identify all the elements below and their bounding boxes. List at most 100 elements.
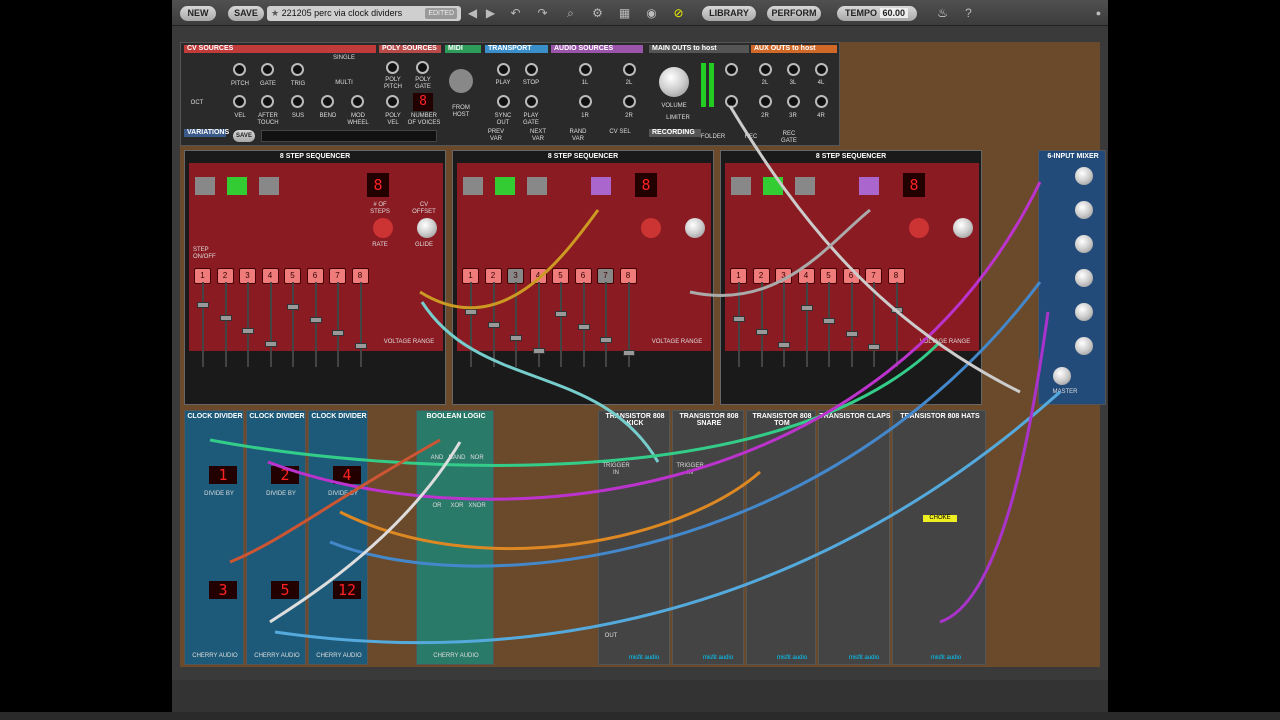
variations-field[interactable] <box>261 130 437 142</box>
step-fader-1[interactable] <box>197 282 209 367</box>
step-fader-5[interactable] <box>555 282 567 367</box>
undo-icon[interactable]: ↶ <box>507 5 524 22</box>
step-fader-7[interactable] <box>332 282 344 367</box>
cherry-logo-icon[interactable]: ♨ <box>934 5 951 22</box>
settings-gear-icon[interactable]: ⚙ <box>589 5 606 22</box>
ext-button[interactable] <box>591 177 611 195</box>
prev-patch-icon[interactable]: ◀ <box>464 5 481 22</box>
glide-knob[interactable] <box>953 218 973 238</box>
start-button[interactable] <box>763 177 783 195</box>
variations-save-button[interactable]: SAVE <box>233 130 255 142</box>
fader-cap[interactable] <box>510 335 522 341</box>
step-fader-1[interactable] <box>733 282 745 367</box>
step-fader-4[interactable] <box>800 282 813 367</box>
step-fader-6[interactable] <box>309 282 322 367</box>
fader-cap[interactable] <box>778 342 790 348</box>
help-icon[interactable]: ? <box>960 5 977 22</box>
step-button[interactable] <box>527 177 547 195</box>
fader-cap[interactable] <box>823 318 835 324</box>
fader-cap[interactable] <box>577 324 590 330</box>
new-button[interactable]: NEW <box>180 6 216 21</box>
mixer-ch4-knob[interactable] <box>1075 269 1093 287</box>
stop-button[interactable] <box>731 177 751 195</box>
mixer-ch2-knob[interactable] <box>1075 201 1093 219</box>
cv-aftertouch-jack[interactable] <box>261 95 274 108</box>
step-fader-6[interactable] <box>845 282 858 367</box>
mixer-ch5-knob[interactable] <box>1075 303 1093 321</box>
audio-1l-jack[interactable] <box>579 63 592 76</box>
fader-cap[interactable] <box>755 329 768 335</box>
stop-button[interactable] <box>195 177 215 195</box>
start-button[interactable] <box>495 177 515 195</box>
rate-knob[interactable] <box>373 218 393 238</box>
fader-cap[interactable] <box>219 315 232 321</box>
cv-gate-jack[interactable] <box>261 63 274 76</box>
cv-vel-jack[interactable] <box>233 95 246 108</box>
library-button[interactable]: LIBRARY <box>702 6 756 21</box>
stop-button[interactable] <box>463 177 483 195</box>
step-fader-3[interactable] <box>242 282 254 367</box>
poly-gate-jack[interactable] <box>416 61 429 74</box>
transport-play-jack[interactable] <box>497 63 510 76</box>
step-fader-2[interactable] <box>219 282 232 367</box>
volume-knob[interactable] <box>659 67 689 97</box>
mixer-ch3-knob[interactable] <box>1075 235 1093 253</box>
aux-3r-jack[interactable] <box>787 95 800 108</box>
start-button[interactable] <box>227 177 247 195</box>
step-fader-3[interactable] <box>510 282 522 367</box>
step-fader-3[interactable] <box>778 282 790 367</box>
audio-2l-jack[interactable] <box>623 63 636 76</box>
tempo-value[interactable]: 60.00 <box>879 8 909 18</box>
fader-cap[interactable] <box>890 307 903 313</box>
aux-1l-jack[interactable] <box>759 63 772 76</box>
poly-pitch-jack[interactable] <box>386 61 399 74</box>
step-fader-4[interactable] <box>532 282 545 367</box>
ext-button[interactable] <box>859 177 879 195</box>
zoom-icon[interactable]: ⌕ <box>562 5 579 22</box>
step-fader-2[interactable] <box>487 282 500 367</box>
rate-knob[interactable] <box>641 218 661 238</box>
mixer-ch1-knob[interactable] <box>1075 167 1093 185</box>
fader-cap[interactable] <box>532 348 545 354</box>
cv-trig-jack[interactable] <box>291 63 304 76</box>
fader-cap[interactable] <box>287 304 299 310</box>
cv-bend-jack[interactable] <box>321 95 334 108</box>
fader-cap[interactable] <box>845 331 858 337</box>
fader-cap[interactable] <box>622 350 635 356</box>
color-wheel-icon[interactable]: ◉ <box>643 5 660 22</box>
aux-4l-jack[interactable] <box>815 63 828 76</box>
cv-modwheel-jack[interactable] <box>351 95 364 108</box>
fader-cap[interactable] <box>733 316 745 322</box>
aux-3l-jack[interactable] <box>787 63 800 76</box>
fader-cap[interactable] <box>264 341 277 347</box>
step-fader-8[interactable] <box>890 282 903 367</box>
audio-2r-jack[interactable] <box>623 95 636 108</box>
fader-cap[interactable] <box>309 317 322 323</box>
fader-cap[interactable] <box>555 311 567 317</box>
redo-icon[interactable]: ↷ <box>534 5 551 22</box>
step-fader-8[interactable] <box>622 282 635 367</box>
fader-cap[interactable] <box>332 330 344 336</box>
cv-pitch-jack[interactable] <box>233 63 246 76</box>
fader-cap[interactable] <box>800 305 813 311</box>
rate-knob[interactable] <box>909 218 929 238</box>
step-fader-7[interactable] <box>600 282 612 367</box>
fader-cap[interactable] <box>868 344 880 350</box>
step-fader-2[interactable] <box>755 282 768 367</box>
patch-name-field[interactable]: ★ 221205 perc via clock dividers EDITED <box>267 6 461 21</box>
poly-vel-jack[interactable] <box>386 95 399 108</box>
cv-sus-jack[interactable] <box>291 95 304 108</box>
transport-sync-jack[interactable] <box>497 95 510 108</box>
step-fader-4[interactable] <box>264 282 277 367</box>
fader-cap[interactable] <box>197 302 209 308</box>
main-out-l-jack[interactable] <box>725 63 738 76</box>
step-fader-1[interactable] <box>465 282 477 367</box>
save-button[interactable]: SAVE <box>228 6 264 21</box>
fader-cap[interactable] <box>487 322 500 328</box>
audio-1r-jack[interactable] <box>579 95 592 108</box>
aux-4r-jack[interactable] <box>815 95 828 108</box>
fader-cap[interactable] <box>242 328 254 334</box>
step-fader-7[interactable] <box>868 282 880 367</box>
step-fader-5[interactable] <box>823 282 835 367</box>
step-fader-8[interactable] <box>354 282 367 367</box>
